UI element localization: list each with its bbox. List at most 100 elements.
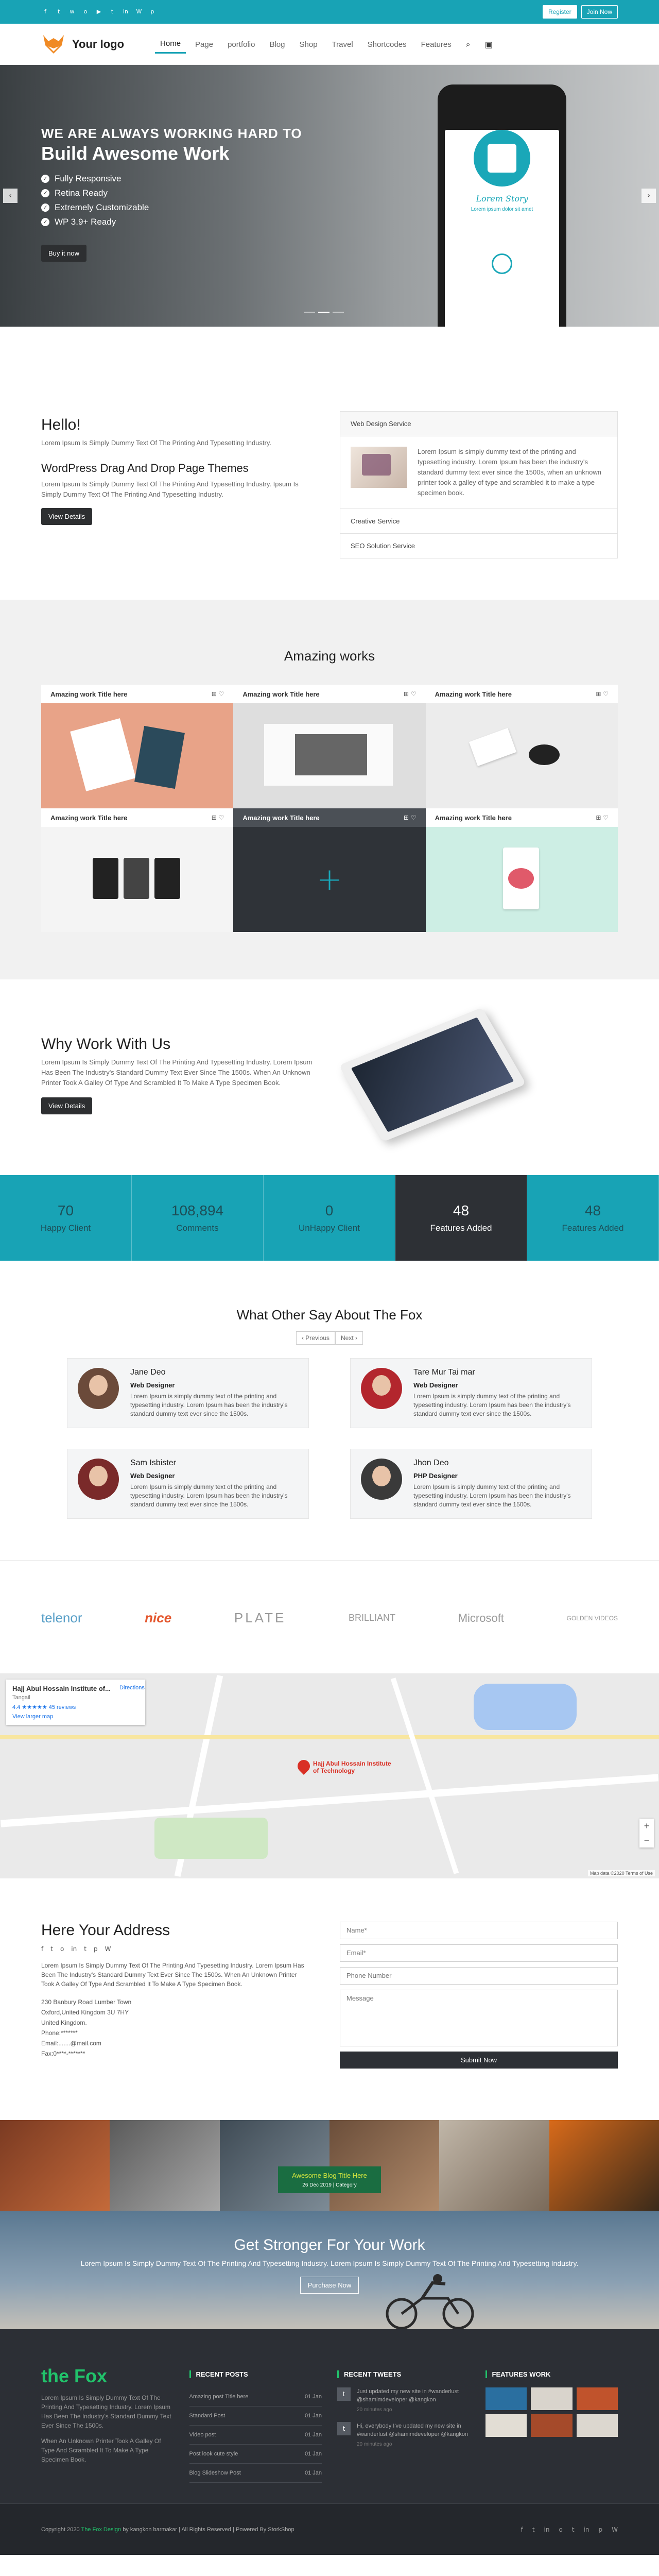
footer-post[interactable]: Blog Slideshow Post 01 Jan [189, 2464, 322, 2483]
linkedin-icon[interactable]: in [584, 2526, 589, 2533]
email-field[interactable]: Email* [340, 1944, 618, 1962]
footer-post[interactable]: Amazing post Title here 01 Jan [189, 2387, 322, 2406]
plus-icon[interactable]: + [317, 861, 342, 897]
gallery-image[interactable] [219, 2120, 330, 2211]
logo[interactable]: Your logo [41, 34, 124, 55]
view-details-button[interactable]: View Details [41, 508, 93, 525]
footer-post[interactable]: Post look cute style 01 Jan [189, 2445, 322, 2464]
tumblr-icon[interactable]: t [84, 1945, 86, 1953]
pinterest-icon[interactable]: p [148, 8, 157, 16]
pinterest-icon[interactable]: p [599, 2526, 603, 2533]
work-action-icons[interactable]: ⊞ ♡ [404, 814, 417, 821]
accordion-item-web-design[interactable]: Web Design Service [340, 412, 617, 436]
nav-home[interactable]: Home [155, 35, 186, 54]
facebook-icon[interactable]: f [41, 8, 49, 16]
work-action-icons[interactable]: ⊞ ♡ [212, 690, 224, 698]
accordion-item-seo[interactable]: SEO Solution Service [340, 534, 617, 558]
footer-post[interactable]: Standard Post 01 Jan [189, 2406, 322, 2426]
zoom-out-button[interactable]: − [639, 1833, 654, 1848]
twitter-icon[interactable]: t [532, 2526, 535, 2533]
work-action-icons[interactable]: ⊞ ♡ [596, 690, 609, 698]
gallery-image[interactable] [439, 2120, 549, 2211]
twitter-icon[interactable]: t [50, 1945, 53, 1953]
wordpress-icon[interactable]: W [612, 2526, 618, 2533]
nav-shop[interactable]: Shop [294, 36, 323, 53]
brand-logo-plate[interactable]: PLATE [234, 1610, 286, 1626]
map-pin-icon[interactable] [295, 1757, 313, 1775]
next-button[interactable]: Next › [335, 1331, 363, 1345]
wordpress-icon[interactable]: W [135, 8, 143, 16]
previous-button[interactable]: ‹ Previous [296, 1331, 335, 1345]
map-view-larger-link[interactable]: View larger map [12, 1714, 139, 1720]
gallery-image[interactable] [329, 2120, 440, 2211]
whatsapp-icon[interactable]: w [68, 8, 76, 16]
instagram-icon[interactable]: o [559, 2526, 562, 2533]
slider-dot-active[interactable] [318, 312, 330, 313]
slider-dot[interactable] [304, 312, 315, 313]
search-icon[interactable]: ⌕ [461, 35, 476, 54]
slider-prev-arrow[interactable]: ‹ [3, 189, 18, 203]
submit-button[interactable]: Submit Now [340, 2052, 618, 2069]
nav-page[interactable]: Page [190, 36, 218, 53]
footer-work-thumb[interactable] [485, 2387, 527, 2410]
nav-shortcodes[interactable]: Shortcodes [362, 36, 412, 53]
brand-logo-golden-videos[interactable]: GOLDEN VIDEOS [567, 1615, 618, 1622]
why-view-details-button[interactable]: View Details [41, 1097, 93, 1114]
accordion-item-creative[interactable]: Creative Service [340, 509, 617, 534]
wordpress-icon[interactable]: W [105, 1945, 111, 1953]
youtube-icon[interactable]: ▶ [95, 8, 103, 16]
tumblr-icon[interactable]: t [572, 2526, 575, 2533]
join-now-button[interactable]: Join Now [581, 5, 618, 19]
work-action-icons[interactable]: ⊞ ♡ [404, 690, 417, 698]
work-item[interactable]: Amazing work Title here ⊞ ♡ [425, 808, 618, 932]
work-item[interactable]: Amazing work Title here ⊞ ♡ [425, 685, 618, 808]
facebook-icon[interactable]: f [521, 2526, 523, 2533]
gallery-image[interactable] [549, 2120, 659, 2211]
work-item[interactable]: Amazing work Title here ⊞ ♡ [233, 685, 426, 808]
map-reviews-link[interactable]: 45 reviews [49, 1704, 76, 1710]
nav-travel[interactable]: Travel [327, 36, 358, 53]
work-action-icons[interactable]: ⊞ ♡ [212, 814, 224, 821]
purchase-now-button[interactable]: Purchase Now [300, 2277, 359, 2294]
slider-next-arrow[interactable]: › [641, 189, 656, 203]
footer-work-thumb[interactable] [576, 2387, 618, 2410]
footer-work-thumb[interactable] [531, 2414, 573, 2437]
copyright-brand-link[interactable]: The Fox Design [81, 2527, 121, 2533]
buy-now-button[interactable]: Buy it now [41, 245, 86, 262]
facebook-icon[interactable]: f [41, 1945, 43, 1953]
zoom-in-button[interactable]: + [639, 1819, 654, 1833]
linkedin-icon[interactable]: in [544, 2526, 550, 2533]
linkedin-icon[interactable]: in [122, 8, 130, 16]
tumblr-icon[interactable]: t [108, 8, 116, 16]
nav-features[interactable]: Features [416, 36, 457, 53]
twitter-icon[interactable]: t [55, 8, 63, 16]
brand-logo-microsoft[interactable]: Microsoft [458, 1612, 504, 1625]
cart-icon[interactable]: ▣ [480, 36, 498, 54]
brand-logo-nice[interactable]: nice [145, 1610, 171, 1626]
register-button[interactable]: Register [542, 5, 577, 19]
instagram-icon[interactable]: o [60, 1945, 64, 1953]
gallery-image[interactable] [110, 2120, 220, 2211]
work-item-hover[interactable]: Amazing work Title here ⊞ ♡ + [233, 808, 426, 932]
brand-logo-brilliant[interactable]: BRILLIANT [349, 1613, 395, 1623]
footer-work-thumb[interactable] [576, 2414, 618, 2437]
instagram-icon[interactable]: o [81, 8, 90, 16]
map-directions-link[interactable]: Directions [119, 1685, 145, 1691]
pinterest-icon[interactable]: p [94, 1945, 98, 1953]
work-item[interactable]: Amazing work Title here ⊞ ♡ [41, 685, 234, 808]
name-field[interactable]: Name* [340, 1922, 618, 1939]
work-item[interactable]: Amazing work Title here ⊞ ♡ [41, 808, 234, 932]
footer-work-thumb[interactable] [531, 2387, 573, 2410]
linkedin-icon[interactable]: in [71, 1945, 77, 1953]
work-action-icons[interactable]: ⊞ ♡ [596, 814, 609, 821]
nav-portfolio[interactable]: portfolio [222, 36, 260, 53]
phone-field[interactable]: Phone Number [340, 1967, 618, 1985]
message-field[interactable]: Message [340, 1990, 618, 2046]
gallery-featured-label[interactable]: Awesome Blog Title Here 26 Dec 2019 | Ca… [278, 2166, 381, 2193]
google-map[interactable]: Hajj Abul Hossain Institute of... Tangai… [0, 1673, 659, 1878]
footer-work-thumb[interactable] [485, 2414, 527, 2437]
slider-dot[interactable] [333, 312, 344, 313]
brand-logo-telenor[interactable]: telenor [41, 1610, 82, 1626]
nav-blog[interactable]: Blog [264, 36, 290, 53]
footer-post[interactable]: Video post 01 Jan [189, 2426, 322, 2445]
